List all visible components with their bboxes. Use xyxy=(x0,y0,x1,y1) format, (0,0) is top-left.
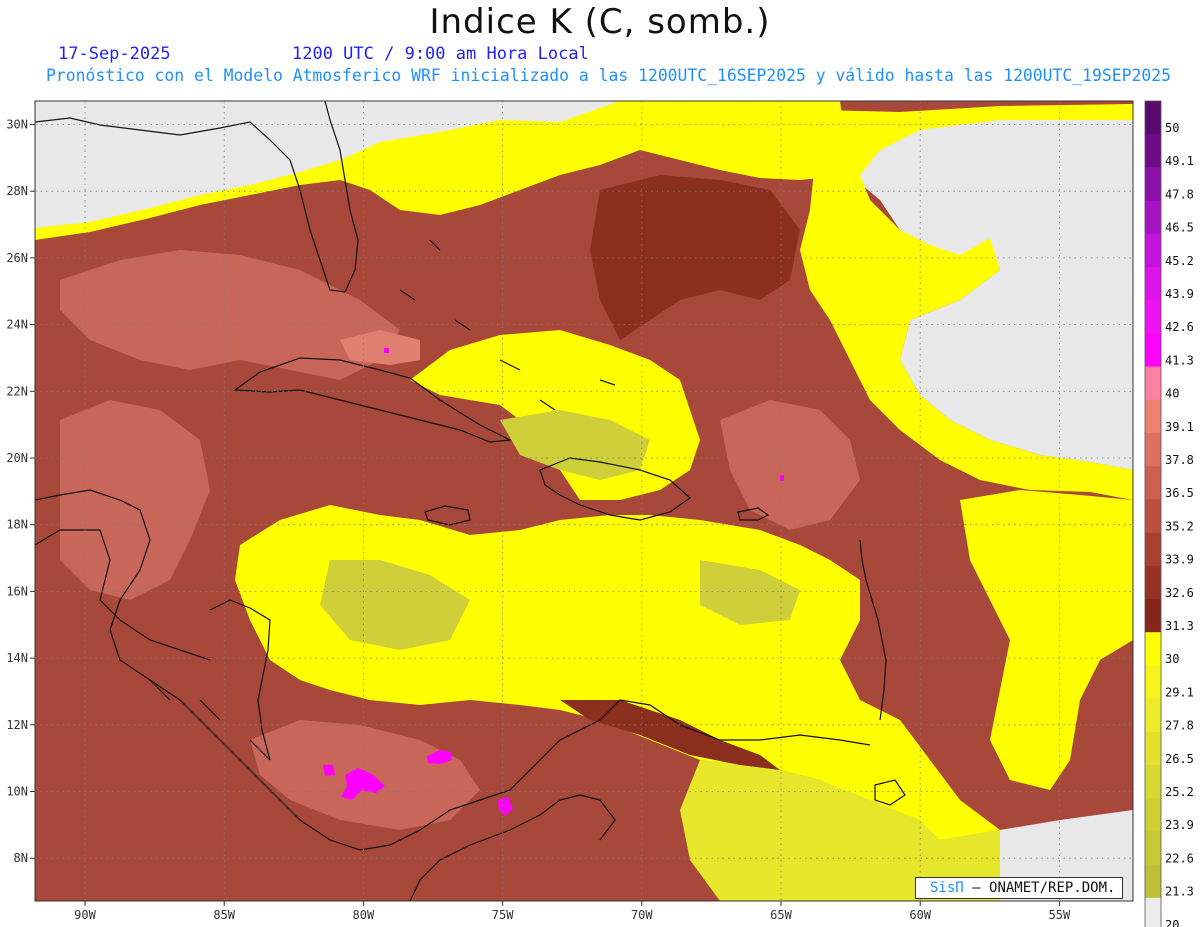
colorbar-label: 20 xyxy=(1165,918,1179,927)
colorbar-swatch xyxy=(1145,731,1161,766)
colorbar-swatch xyxy=(1145,831,1161,866)
colorbar-swatch xyxy=(1145,433,1161,467)
credit-box: SisΠ – ONAMET/REP.DOM. xyxy=(915,877,1123,899)
colorbar-label: 47.8 xyxy=(1165,187,1194,201)
colorbar-swatch xyxy=(1145,897,1161,927)
colorbar-label: 22.6 xyxy=(1165,851,1194,865)
lat-tick-label: 20N xyxy=(6,451,28,465)
colorbar-swatch xyxy=(1145,366,1161,401)
colorbar-label: 31.3 xyxy=(1165,619,1194,633)
colorbar-label: 27.8 xyxy=(1165,719,1194,733)
lat-tick-label: 8N xyxy=(14,851,28,865)
lon-tick-label: 60W xyxy=(909,908,931,922)
colorbar-label: 40 xyxy=(1165,387,1179,401)
colorbar-swatch xyxy=(1145,632,1161,666)
colorbar-swatch xyxy=(1145,333,1161,368)
lon-tick-label: 90W xyxy=(74,908,96,922)
longitude-axis: 90W 85W 80W 75W 70W 65W 60W 55W xyxy=(74,901,1071,922)
colorbar: 50 49.1 47.8 46.5 45.2 43.9 42.6 41.3 40 39.1 37.8… xyxy=(1144,100,1194,927)
map-plot-area xyxy=(35,101,1133,901)
credit-text: – ONAMET/REP.DOM. xyxy=(972,880,1116,896)
colorbar-label: 41.3 xyxy=(1165,353,1194,367)
colorbar-label: 42.6 xyxy=(1165,320,1194,334)
lat-tick-label: 22N xyxy=(6,384,28,398)
colorbar-swatch xyxy=(1145,300,1161,334)
colorbar-label: 39.1 xyxy=(1165,420,1194,434)
colorbar-swatch xyxy=(1145,798,1161,832)
colorbar-swatch xyxy=(1145,864,1161,899)
credit-brand: SisΠ xyxy=(930,880,964,896)
lon-tick-label: 75W xyxy=(492,908,514,922)
colorbar-swatch xyxy=(1145,565,1161,600)
colorbar-swatch xyxy=(1145,466,1161,500)
colorbar-label: 26.5 xyxy=(1165,752,1194,766)
field-magenta-dot-1 xyxy=(384,348,389,353)
colorbar-swatch xyxy=(1145,532,1161,567)
lat-tick-label: 30N xyxy=(6,118,28,132)
colorbar-swatch xyxy=(1145,267,1161,301)
colorbar-label: 29.1 xyxy=(1165,685,1194,699)
colorbar-swatch xyxy=(1145,499,1161,534)
colorbar-label: 37.8 xyxy=(1165,453,1194,467)
lat-tick-label: 24N xyxy=(6,318,28,332)
colorbar-swatch xyxy=(1145,665,1161,700)
colorbar-label: 32.6 xyxy=(1165,586,1194,600)
lat-tick-label: 28N xyxy=(6,184,28,198)
colorbar-swatch xyxy=(1145,233,1161,268)
colorbar-label: 23.9 xyxy=(1165,818,1194,832)
lat-tick-label: 16N xyxy=(6,584,28,598)
colorbar-label: 21.3 xyxy=(1165,885,1194,899)
colorbar-label: 43.9 xyxy=(1165,287,1194,301)
colorbar-label: 49.1 xyxy=(1165,154,1194,168)
colorbar-swatch xyxy=(1145,167,1161,202)
colorbar-label: 35.2 xyxy=(1165,519,1194,533)
colorbar-swatch xyxy=(1145,399,1161,434)
lon-tick-label: 65W xyxy=(770,908,792,922)
lon-tick-label: 85W xyxy=(213,908,235,922)
colorbar-label: 50 xyxy=(1165,121,1179,135)
colorbar-swatch xyxy=(1145,134,1161,168)
colorbar-label: 36.5 xyxy=(1165,486,1194,500)
colorbar-label: 30 xyxy=(1165,652,1179,666)
lon-tick-label: 55W xyxy=(1049,908,1071,922)
lat-tick-label: 26N xyxy=(6,251,28,265)
colorbar-label: 33.9 xyxy=(1165,553,1194,567)
lat-tick-label: 12N xyxy=(6,718,28,732)
lon-tick-label: 70W xyxy=(631,908,653,922)
lat-tick-label: 18N xyxy=(6,518,28,532)
colorbar-swatch xyxy=(1145,599,1161,633)
colorbar-label: 45.2 xyxy=(1165,254,1194,268)
colorbar-swatch xyxy=(1145,765,1161,799)
colorbar-label: 25.2 xyxy=(1165,785,1194,799)
colorbar-label: 46.5 xyxy=(1165,221,1194,235)
latitude-axis: 30N 28N 26N 24N 22N 20N 18N 16N 14N 12N 10N 8N xyxy=(6,118,35,865)
lat-tick-label: 10N xyxy=(6,785,28,799)
colorbar-swatch xyxy=(1145,698,1161,733)
lat-tick-label: 14N xyxy=(6,651,28,665)
field-magenta-peak-2 xyxy=(323,765,335,776)
k-index-map: 90W 85W 80W 75W 70W 65W 60W 55W 30N 28N 26N 24N 22N… xyxy=(6,100,1194,927)
lon-tick-label: 80W xyxy=(353,908,375,922)
colorbar-swatch xyxy=(1145,200,1161,235)
colorbar-swatch xyxy=(1145,101,1161,135)
